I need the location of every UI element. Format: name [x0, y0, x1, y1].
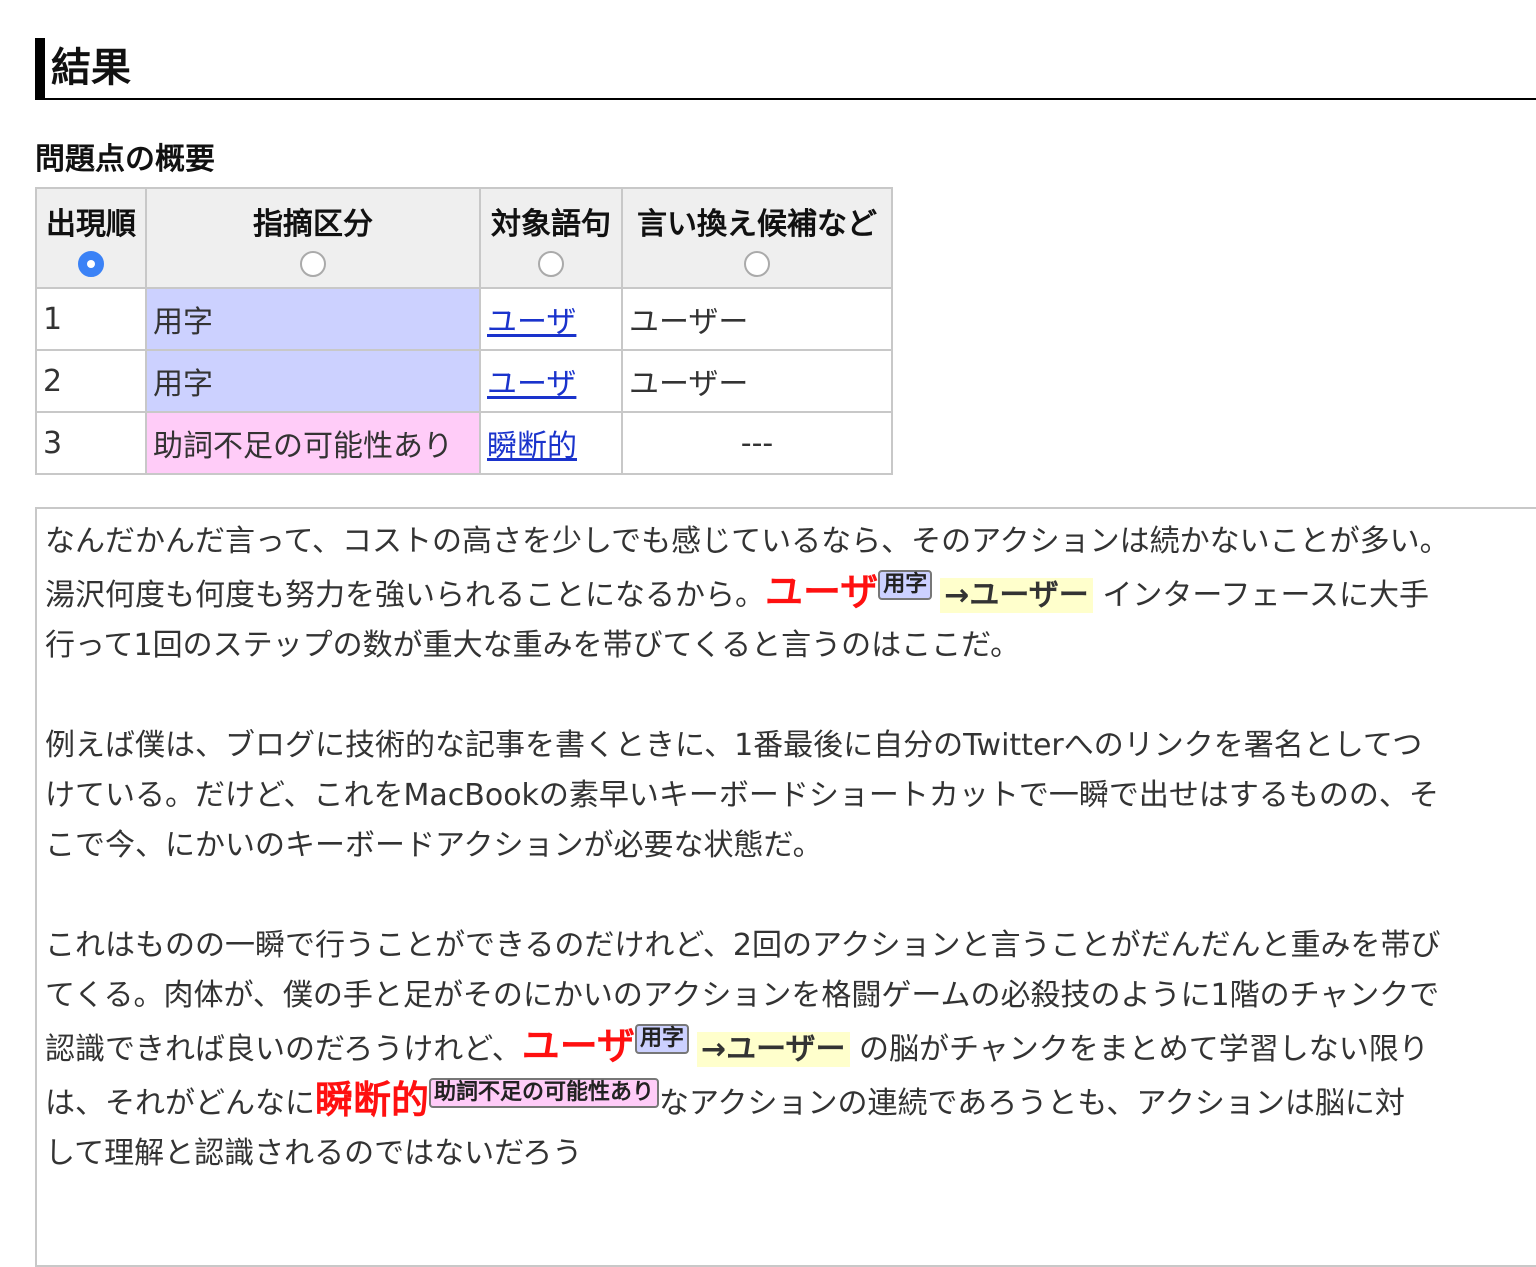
flagged-term[interactable]: ユーザ [765, 570, 878, 614]
sort-by-order-radio[interactable] [78, 251, 104, 277]
row-category: 用字 [145, 287, 481, 351]
text-line: けている。だけど、これをMacBookの素早いキーボードショートカットで一瞬で出… [45, 778, 1439, 813]
issue-badge: 用字 [878, 570, 933, 600]
summary-table-header: 出現順 指摘区分 対象語句 言い換え候補など [35, 187, 893, 289]
row-category: 助詞不足の可能性あり [145, 411, 481, 475]
col-category: 指摘区分 [145, 187, 481, 289]
row-term-link[interactable]: ユーザ [487, 367, 576, 402]
text-segment: インターフェースに大手 [1092, 578, 1430, 613]
summary-table: 出現順 指摘区分 対象語句 言い換え候補など 1 用字 ユーザ ユーザー 2 用… [35, 187, 893, 475]
paragraph: これはものの一瞬で行うことができるのだけれど、2回のアクションと言うことがだんだ… [45, 921, 1535, 1179]
issue-badge: 用字 [634, 1024, 689, 1054]
text-segment: 湯沢何度も何度も努力を強いられることになるから。 [45, 578, 765, 613]
paragraph: なんだかんだ言って、コストの高さを少しでも感じているなら、そのアクションは続かな… [45, 517, 1535, 671]
issue-badge: 助詞不足の可能性あり [429, 1078, 660, 1108]
col-category-label: 指摘区分 [253, 207, 373, 242]
row-term-link[interactable]: 瞬断的 [487, 429, 577, 464]
table-row: 3 助詞不足の可能性あり 瞬断的 --- [35, 411, 893, 475]
text-segment: は、それがどんなに [45, 1086, 315, 1121]
text-line: は、それがどんなに瞬断的 助詞不足の可能性あり なアクションの連続であろうとも、アク… [45, 1075, 1535, 1129]
row-term-cell: ユーザ [479, 349, 623, 413]
sort-by-category-radio[interactable] [300, 251, 326, 277]
text-line: 行って1回のステップの数が重大な重みを帯びてくると言うのはここだ。 [45, 628, 1021, 663]
summary-title: 問題点の概要 [35, 142, 215, 177]
row-suggestion: --- [621, 411, 893, 475]
row-order: 1 [35, 287, 147, 351]
row-order: 3 [35, 411, 147, 475]
col-suggestion: 言い換え候補など [621, 187, 893, 289]
text-segment: の脳がチャンクをまとめて学習しない限り [849, 1032, 1429, 1067]
text-line: 湯沢何度も何度も努力を強いられることになるから。ユーザ 用字 →ユーザー インターフ… [45, 567, 1535, 621]
row-suggestion: ユーザー [621, 349, 893, 413]
col-suggestion-label: 言い換え候補など [637, 207, 877, 242]
text-line: こで今、にかいのキーボードアクションが必要な状態だ。 [45, 828, 823, 863]
result-heading-text: 結果 [51, 45, 131, 91]
row-category: 用字 [145, 349, 481, 413]
sort-by-term-radio[interactable] [538, 251, 564, 277]
sort-by-suggestion-radio[interactable] [744, 251, 770, 277]
suggestion-highlight: →ユーザー [696, 1032, 850, 1067]
text-segment: なアクションの連続であろうとも、アクションは脳に対 [659, 1086, 1405, 1121]
flagged-term[interactable]: 瞬断的 [315, 1078, 429, 1122]
text-line: 例えば僕は、ブログに技術的な記事を書くときに、1番最後に自分のTwitterへの… [45, 728, 1423, 763]
col-order-label: 出現順 [46, 207, 136, 242]
col-term: 対象語句 [479, 187, 623, 289]
row-suggestion: ユーザー [621, 287, 893, 351]
text-segment: 認識できれば良いのだろうけれど、 [45, 1032, 522, 1067]
checked-text-box: なんだかんだ言って、コストの高さを少しでも感じているなら、そのアクションは続かな… [35, 507, 1536, 1267]
row-order: 2 [35, 349, 147, 413]
row-term-cell: 瞬断的 [479, 411, 623, 475]
text-line: なんだかんだ言って、コストの高さを少しでも感じているなら、そのアクションは続かな… [45, 524, 1450, 559]
result-heading: 結果 [35, 38, 1536, 100]
row-term-cell: ユーザ [479, 287, 623, 351]
table-row: 2 用字 ユーザ ユーザー [35, 349, 893, 413]
suggestion-highlight: →ユーザー [940, 578, 1093, 613]
paragraph: 例えば僕は、ブログに技術的な記事を書くときに、1番最後に自分のTwitterへの… [45, 721, 1535, 871]
row-term-link[interactable]: ユーザ [487, 305, 576, 340]
text-line: てくる。肉体が、僕の手と足がそのにかいのアクションを格闘ゲームの必殺技のように1… [45, 978, 1440, 1013]
text-line: して理解と認識されるのではないだろう [45, 1136, 583, 1171]
table-row: 1 用字 ユーザ ユーザー [35, 287, 893, 351]
col-term-label: 対象語句 [491, 207, 611, 242]
text-line: 認識できれば良いのだろうけれど、ユーザ 用字 →ユーザー の脳がチャンクをまとめて学… [45, 1021, 1535, 1075]
col-order: 出現順 [35, 187, 147, 289]
text-line: これはものの一瞬で行うことができるのだけれど、2回のアクションと言うことがだんだ… [45, 928, 1441, 963]
flagged-term[interactable]: ユーザ [522, 1024, 635, 1068]
